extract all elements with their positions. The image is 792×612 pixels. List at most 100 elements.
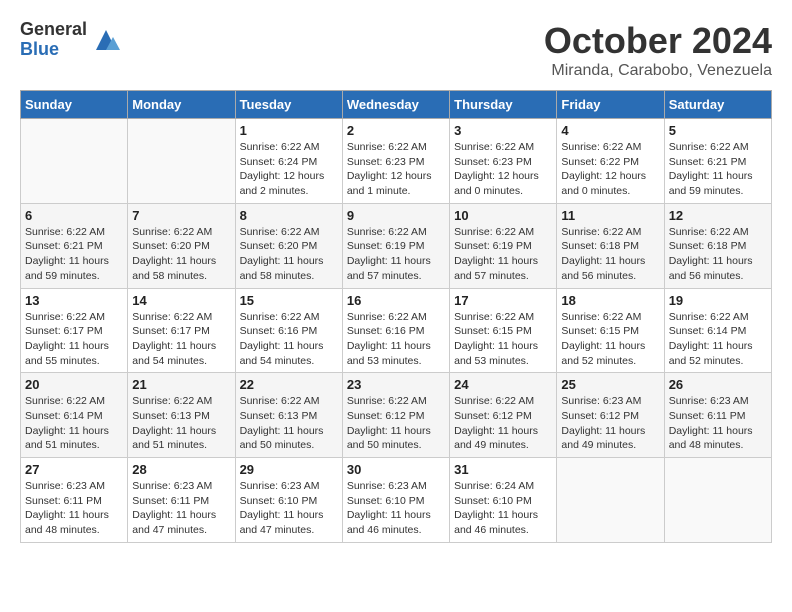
calendar-cell: 13Sunrise: 6:22 AM Sunset: 6:17 PM Dayli… [21,288,128,373]
calendar-cell: 8 Sunrise: 6:22 AM Sunset: 6:20 PM Daylig… [235,203,342,288]
day-number: 1 [240,123,338,138]
weekday-header-sunday: Sunday [21,91,128,119]
day-number: 29 [240,462,338,477]
weekday-header-wednesday: Wednesday [342,91,449,119]
day-number: 10 [454,208,552,223]
location: Miranda, Carabobo, Venezuela [544,62,772,80]
calendar-week-4: 20 Sunrise: 6:22 AM Sunset: 6:14 PM Dayli… [21,373,772,458]
day-number: 21 [132,377,230,392]
calendar-cell: 30Sunrise: 6:23 AM Sunset: 6:10 PM Dayli… [342,458,449,543]
weekday-row: SundayMondayTuesdayWednesdayThursdayFrid… [21,91,772,119]
day-info: Sunrise: 6:24 AM Sunset: 6:10 PM Dayligh… [454,479,552,538]
calendar-cell: 20 Sunrise: 6:22 AM Sunset: 6:14 PM Dayli… [21,373,128,458]
title-block: October 2024 Miranda, Carabobo, Venezuel… [544,20,772,80]
calendar-cell: 10 Sunrise: 6:22 AM Sunset: 6:19 PM Dayli… [450,203,557,288]
day-number: 22 [240,377,338,392]
calendar-cell: 16Sunrise: 6:22 AM Sunset: 6:16 PM Dayli… [342,288,449,373]
weekday-header-thursday: Thursday [450,91,557,119]
day-number: 20 [25,377,123,392]
calendar-body: 1 Sunrise: 6:22 AM Sunset: 6:24 PM Daylig… [21,119,772,543]
day-number: 31 [454,462,552,477]
day-info: Sunrise: 6:22 AM Sunset: 6:18 PM Dayligh… [669,225,767,284]
day-number: 16 [347,293,445,308]
day-number: 7 [132,208,230,223]
day-number: 11 [561,208,659,223]
day-info: Sunrise: 6:22 AM Sunset: 6:21 PM Dayligh… [669,140,767,199]
calendar-cell: 3 Sunrise: 6:22 AM Sunset: 6:23 PM Daylig… [450,119,557,204]
day-info: Sunrise: 6:22 AM Sunset: 6:20 PM Dayligh… [132,225,230,284]
day-number: 18 [561,293,659,308]
day-number: 25 [561,377,659,392]
calendar-week-3: 13Sunrise: 6:22 AM Sunset: 6:17 PM Dayli… [21,288,772,373]
day-info: Sunrise: 6:23 AM Sunset: 6:11 PM Dayligh… [669,394,767,453]
day-info: Sunrise: 6:22 AM Sunset: 6:12 PM Dayligh… [347,394,445,453]
calendar-table: SundayMondayTuesdayWednesdayThursdayFrid… [20,90,772,543]
day-info: Sunrise: 6:22 AM Sunset: 6:13 PM Dayligh… [240,394,338,453]
calendar-cell [128,119,235,204]
day-number: 2 [347,123,445,138]
day-info: Sunrise: 6:22 AM Sunset: 6:14 PM Dayligh… [25,394,123,453]
calendar-week-2: 6 Sunrise: 6:22 AM Sunset: 6:21 PM Daylig… [21,203,772,288]
day-info: Sunrise: 6:22 AM Sunset: 6:16 PM Dayligh… [240,310,338,369]
calendar-cell: 17Sunrise: 6:22 AM Sunset: 6:15 PM Dayli… [450,288,557,373]
day-info: Sunrise: 6:22 AM Sunset: 6:13 PM Dayligh… [132,394,230,453]
calendar-cell: 23 Sunrise: 6:22 AM Sunset: 6:12 PM Dayli… [342,373,449,458]
calendar-cell: 2 Sunrise: 6:22 AM Sunset: 6:23 PM Daylig… [342,119,449,204]
calendar-cell: 21 Sunrise: 6:22 AM Sunset: 6:13 PM Dayli… [128,373,235,458]
weekday-header-monday: Monday [128,91,235,119]
calendar-cell: 14 Sunrise: 6:22 AM Sunset: 6:17 PM Dayli… [128,288,235,373]
day-number: 6 [25,208,123,223]
day-info: Sunrise: 6:22 AM Sunset: 6:20 PM Dayligh… [240,225,338,284]
day-info: Sunrise: 6:23 AM Sunset: 6:11 PM Dayligh… [25,479,123,538]
day-info: Sunrise: 6:22 AM Sunset: 6:15 PM Dayligh… [561,310,659,369]
day-info: Sunrise: 6:22 AM Sunset: 6:23 PM Dayligh… [454,140,552,199]
day-info: Sunrise: 6:23 AM Sunset: 6:12 PM Dayligh… [561,394,659,453]
weekday-header-friday: Friday [557,91,664,119]
weekday-header-tuesday: Tuesday [235,91,342,119]
calendar-cell: 4 Sunrise: 6:22 AM Sunset: 6:22 PM Daylig… [557,119,664,204]
day-info: Sunrise: 6:22 AM Sunset: 6:24 PM Dayligh… [240,140,338,199]
calendar-cell: 1 Sunrise: 6:22 AM Sunset: 6:24 PM Daylig… [235,119,342,204]
day-number: 15 [240,293,338,308]
day-number: 28 [132,462,230,477]
day-number: 8 [240,208,338,223]
calendar-cell: 25 Sunrise: 6:23 AM Sunset: 6:12 PM Dayli… [557,373,664,458]
calendar-cell: 22 Sunrise: 6:22 AM Sunset: 6:13 PM Dayli… [235,373,342,458]
day-info: Sunrise: 6:22 AM Sunset: 6:23 PM Dayligh… [347,140,445,199]
calendar-header: SundayMondayTuesdayWednesdayThursdayFrid… [21,91,772,119]
calendar-cell [664,458,771,543]
day-info: Sunrise: 6:22 AM Sunset: 6:18 PM Dayligh… [561,225,659,284]
day-number: 4 [561,123,659,138]
day-number: 30 [347,462,445,477]
day-info: Sunrise: 6:22 AM Sunset: 6:19 PM Dayligh… [454,225,552,284]
day-number: 27 [25,462,123,477]
day-info: Sunrise: 6:22 AM Sunset: 6:22 PM Dayligh… [561,140,659,199]
calendar-cell [21,119,128,204]
day-info: Sunrise: 6:22 AM Sunset: 6:21 PM Dayligh… [25,225,123,284]
day-info: Sunrise: 6:23 AM Sunset: 6:10 PM Dayligh… [240,479,338,538]
day-number: 19 [669,293,767,308]
logo-icon [91,25,121,55]
calendar-cell: 15 Sunrise: 6:22 AM Sunset: 6:16 PM Dayli… [235,288,342,373]
calendar-cell: 12Sunrise: 6:22 AM Sunset: 6:18 PM Dayli… [664,203,771,288]
calendar-cell: 31 Sunrise: 6:24 AM Sunset: 6:10 PM Dayli… [450,458,557,543]
day-number: 14 [132,293,230,308]
day-number: 24 [454,377,552,392]
calendar-cell: 7 Sunrise: 6:22 AM Sunset: 6:20 PM Daylig… [128,203,235,288]
day-number: 3 [454,123,552,138]
page-header: General Blue October 2024 Miranda, Carab… [20,20,772,80]
calendar-week-5: 27 Sunrise: 6:23 AM Sunset: 6:11 PM Dayli… [21,458,772,543]
logo-general-text: General [20,20,87,40]
day-number: 5 [669,123,767,138]
logo-blue-text: Blue [20,40,87,60]
day-number: 26 [669,377,767,392]
day-number: 23 [347,377,445,392]
day-info: Sunrise: 6:22 AM Sunset: 6:17 PM Dayligh… [132,310,230,369]
calendar-cell: 27 Sunrise: 6:23 AM Sunset: 6:11 PM Dayli… [21,458,128,543]
calendar-cell: 28Sunrise: 6:23 AM Sunset: 6:11 PM Dayli… [128,458,235,543]
weekday-header-saturday: Saturday [664,91,771,119]
calendar-cell: 19Sunrise: 6:22 AM Sunset: 6:14 PM Dayli… [664,288,771,373]
day-info: Sunrise: 6:22 AM Sunset: 6:12 PM Dayligh… [454,394,552,453]
day-info: Sunrise: 6:22 AM Sunset: 6:17 PM Dayligh… [25,310,123,369]
calendar-cell: 24 Sunrise: 6:22 AM Sunset: 6:12 PM Dayli… [450,373,557,458]
